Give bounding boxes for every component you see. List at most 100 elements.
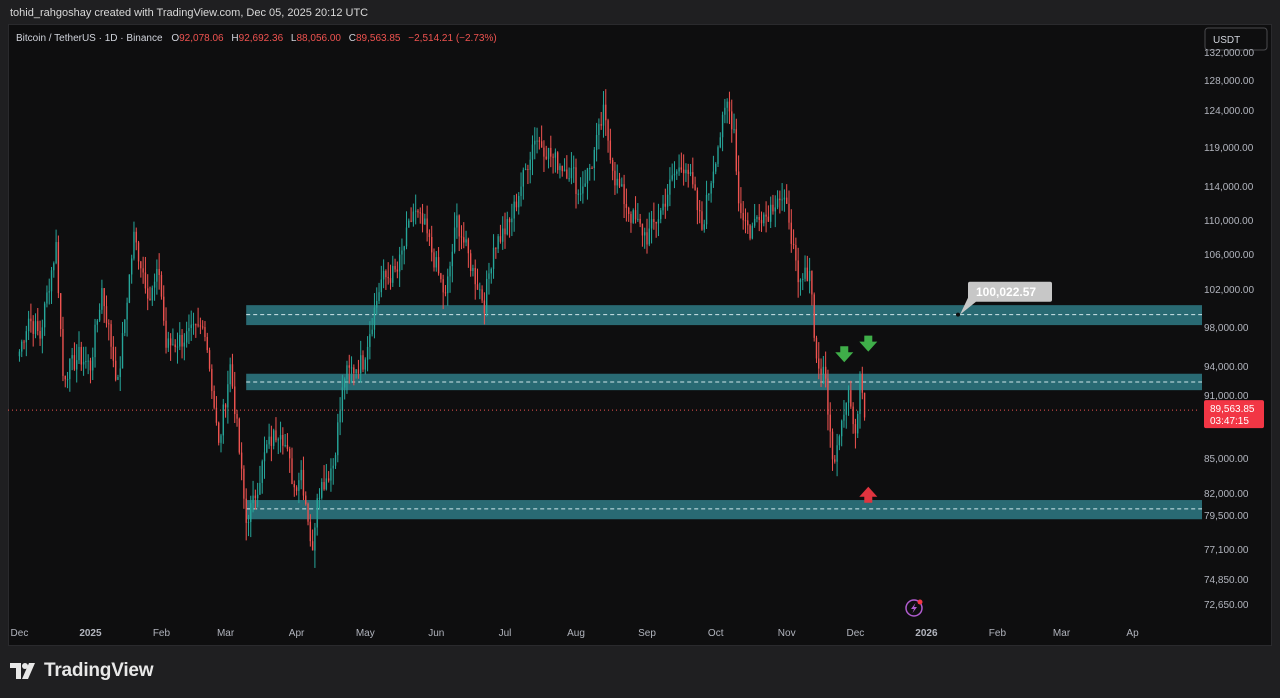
candle-body [440, 273, 442, 280]
candle-body [758, 216, 760, 220]
candle-body [469, 253, 472, 271]
badge-price: 89,563.85 [1210, 404, 1255, 415]
price-tick-label: 74,850.00 [1204, 575, 1249, 586]
candle-body [362, 355, 364, 370]
candle-body [222, 404, 224, 436]
candle-body [692, 172, 694, 185]
tradingview-logo[interactable]: TradingView [10, 660, 154, 682]
candle-body [245, 498, 247, 523]
candle-body [834, 459, 836, 462]
candle-body [554, 152, 557, 158]
candle-body [660, 210, 662, 220]
candle-body [698, 210, 701, 212]
candle-body [346, 365, 348, 379]
candle-body [644, 232, 646, 236]
candle-body [726, 101, 728, 108]
price-axis[interactable]: 72,650.00 74,850.00 77,100.00 79,500.00 82,0… [1204, 48, 1254, 611]
candle-body [575, 167, 577, 194]
candle-body [50, 270, 53, 292]
price-tick-label: 72,650.00 [1204, 600, 1249, 611]
candle-body [277, 439, 279, 441]
candle-body [268, 436, 270, 445]
candle-body [286, 445, 289, 449]
candle-body [124, 319, 126, 333]
candle-body [371, 329, 373, 335]
candle-body [163, 296, 165, 321]
candle-body [21, 341, 23, 352]
candle-body [282, 435, 284, 446]
candle-body [366, 346, 369, 360]
candle-body [426, 218, 428, 234]
candle-body [614, 170, 616, 186]
price-chart[interactable]: Bitcoin / TetherUS · 1D · Binance O92,07… [8, 24, 1272, 646]
time-tick-label: Dec [11, 628, 29, 639]
candle-body [156, 269, 158, 282]
candle-body [861, 373, 863, 393]
candle-body [715, 163, 717, 172]
candle-body [332, 465, 334, 469]
candle-body [71, 355, 73, 359]
candle-body [502, 228, 504, 242]
candle-body [719, 137, 721, 148]
candle-body [270, 436, 273, 446]
candle-body [392, 266, 394, 283]
candle-body [772, 204, 774, 212]
time-tick-label: Aug [567, 628, 585, 639]
price-tick-label: 114,000.00 [1204, 182, 1254, 193]
candle-body [806, 267, 809, 282]
candle-body [252, 495, 254, 504]
candle-body [179, 334, 181, 347]
candle-body [394, 266, 396, 270]
candle-body [717, 147, 719, 164]
candle-body [724, 107, 726, 115]
price-tick-label: 79,500.00 [1204, 511, 1249, 522]
candle-body [325, 478, 328, 490]
candle-body [799, 279, 802, 283]
candle-body [369, 334, 371, 347]
candle-body [59, 293, 62, 329]
candle-body [343, 378, 346, 388]
candle-body [323, 482, 325, 490]
candle-body [712, 171, 715, 184]
candle-body [845, 402, 847, 415]
candle-body [481, 289, 483, 301]
candle-body [206, 337, 208, 351]
candle-body [185, 331, 188, 343]
time-tick-label: 2025 [79, 628, 102, 639]
candle-body [37, 321, 39, 331]
candle-body [119, 368, 121, 377]
candle-body [128, 274, 131, 303]
candle-body [398, 254, 401, 272]
candle-body [701, 211, 703, 230]
time-tick-label: Mar [217, 628, 235, 639]
candle-body [582, 186, 584, 194]
candle-body [586, 168, 589, 184]
candle-body [275, 430, 277, 441]
candle-body [135, 231, 137, 243]
candle-body [753, 218, 756, 226]
candle-body [495, 247, 497, 249]
candle-body [378, 292, 380, 301]
currency-button[interactable]: USDT [1204, 27, 1268, 51]
candle-body [680, 167, 683, 170]
candle-body [34, 321, 37, 334]
candle-body [46, 292, 48, 304]
candle-body [676, 171, 678, 174]
candle-body [211, 368, 213, 391]
candle-body [751, 225, 754, 239]
candle-body [492, 247, 495, 269]
candle-body [396, 269, 399, 272]
time-tick-label: Feb [153, 628, 171, 639]
candle-body [376, 300, 378, 308]
candle-body [243, 468, 245, 499]
candle-body [105, 306, 108, 324]
flash-icon[interactable] [905, 599, 923, 617]
candle-body [160, 275, 163, 297]
candle-body [685, 169, 687, 174]
candle-body [172, 344, 174, 346]
time-axis[interactable]: Dec 2025 Feb Mar Apr May Jun Jul Aug Sep Oct Nov Dec… [11, 628, 1140, 639]
price-zone[interactable] [246, 500, 1202, 520]
candle-body [291, 458, 293, 485]
candle-body [96, 320, 99, 325]
candle-body [536, 140, 538, 142]
